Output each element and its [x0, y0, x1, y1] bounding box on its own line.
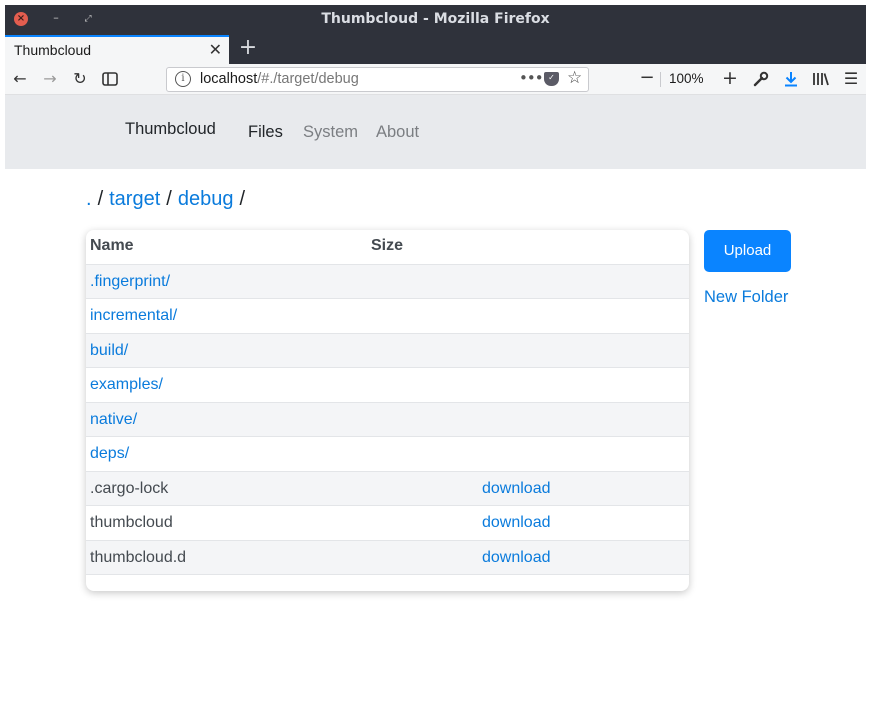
forward-icon[interactable]: → — [39, 68, 61, 90]
table-row: thumbcloud.d download — [86, 540, 689, 575]
file-name: .cargo-lock — [90, 479, 169, 497]
sidebar-icon[interactable] — [99, 68, 121, 90]
tab-close-icon[interactable]: ✕ — [209, 40, 222, 59]
zoom-level[interactable]: 100% — [669, 71, 704, 86]
back-icon[interactable]: ← — [9, 68, 31, 90]
file-name: thumbcloud — [90, 514, 173, 531]
folder-link[interactable]: build/ — [90, 342, 128, 360]
download-link[interactable]: download — [482, 480, 551, 498]
page-actions-icon[interactable]: ••• — [519, 69, 544, 87]
breadcrumb-target[interactable]: target — [109, 188, 160, 210]
tab-title: Thumbcloud — [14, 42, 92, 58]
breadcrumb-separator: / — [166, 188, 172, 210]
browser-tab[interactable]: Thumbcloud ✕ — [5, 35, 229, 64]
breadcrumb-separator: / — [239, 188, 246, 210]
folder-link[interactable]: .fingerprint/ — [90, 273, 170, 291]
table-row[interactable]: incremental/ — [86, 299, 689, 334]
table-row[interactable]: examples/ — [86, 368, 689, 403]
zoom-divider — [660, 72, 661, 87]
table-row[interactable]: native/ — [86, 402, 689, 437]
folder-link[interactable]: examples/ — [90, 376, 163, 394]
library-icon[interactable] — [810, 68, 832, 90]
site-navbar: Thumbcloud Files System About — [5, 95, 866, 169]
pocket-icon[interactable]: ✓ — [544, 72, 559, 86]
table-row[interactable]: build/ — [86, 333, 689, 368]
table-row[interactable]: deps/ — [86, 437, 689, 472]
tab-strip: Thumbcloud ✕ + — [5, 33, 866, 64]
nav-link-system[interactable]: System — [303, 123, 358, 142]
site-info-icon[interactable]: i — [175, 71, 191, 87]
url-bar[interactable]: i localhost/#./target/debug ••• ✓ ☆ — [166, 67, 589, 92]
nav-link-about[interactable]: About — [376, 123, 419, 142]
column-header-name: Name — [90, 237, 134, 254]
download-link[interactable]: download — [482, 514, 551, 532]
url-text[interactable]: localhost/#./target/debug — [200, 71, 359, 87]
wrench-icon[interactable] — [750, 68, 772, 90]
file-name: thumbcloud.d — [90, 548, 187, 566]
folder-link[interactable]: native/ — [90, 411, 137, 429]
table-header: Name Size — [86, 230, 689, 265]
zoom-in-icon[interactable]: + — [720, 68, 740, 88]
nav-toolbar: ← → ↻ i localhost/#./target/debug ••• ✓ … — [5, 64, 866, 95]
site-brand[interactable]: Thumbcloud — [125, 120, 216, 139]
nav-link-files[interactable]: Files — [248, 123, 283, 142]
column-header-size: Size — [371, 237, 404, 254]
table-row[interactable]: .fingerprint/ — [86, 264, 689, 299]
reload-icon[interactable]: ↻ — [69, 68, 91, 90]
folder-link[interactable]: deps/ — [90, 445, 129, 463]
new-folder-link[interactable]: New Folder — [704, 288, 788, 307]
file-table: Name Size .fingerprint/ incremental/ bui… — [86, 230, 689, 591]
table-row: thumbcloud download — [86, 506, 689, 541]
zoom-out-icon[interactable]: − — [637, 68, 657, 88]
breadcrumb-root[interactable]: . — [86, 188, 92, 210]
breadcrumb-debug[interactable]: debug — [178, 188, 234, 210]
url-path: /#./target/debug — [257, 71, 359, 87]
window-titlebar: × – ⤢ Thumbcloud - Mozilla Firefox — [5, 5, 866, 33]
download-icon[interactable] — [780, 68, 802, 90]
url-host: localhost — [200, 71, 258, 87]
bookmark-star-icon[interactable]: ☆ — [567, 68, 582, 88]
menu-icon[interactable]: ☰ — [840, 68, 862, 90]
new-tab-icon[interactable]: + — [236, 37, 260, 61]
table-row: .cargo-lock download — [86, 471, 689, 506]
breadcrumb-separator: / — [97, 188, 104, 210]
upload-button[interactable]: Upload — [704, 230, 791, 272]
download-link[interactable]: download — [482, 549, 551, 567]
breadcrumb: . / target / debug / — [86, 188, 251, 211]
folder-link[interactable]: incremental/ — [90, 307, 177, 325]
window-title: Thumbcloud - Mozilla Firefox — [321, 11, 550, 27]
